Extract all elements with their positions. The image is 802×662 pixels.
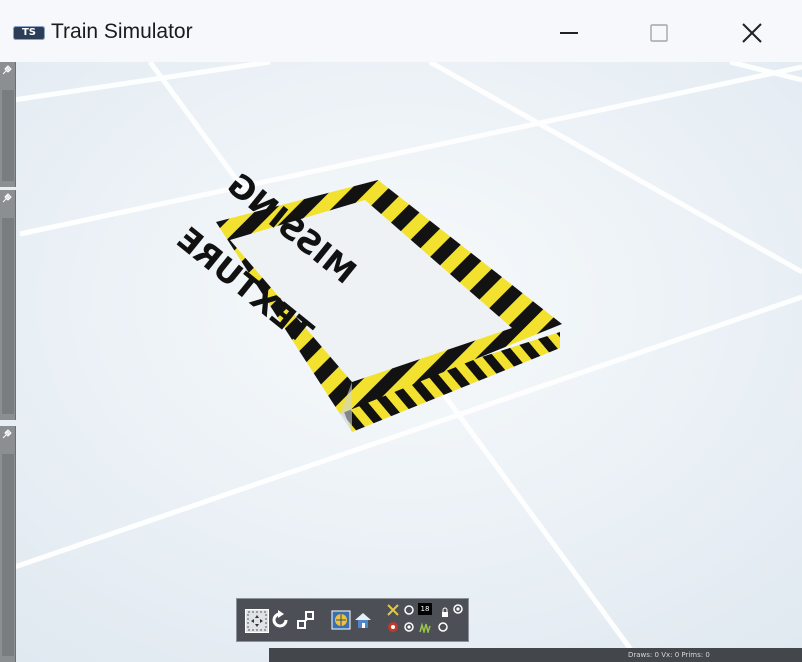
status-text: Draws: 0 Vx: 0 Prims: 0 (628, 651, 710, 659)
title-bar: TS Train Simulator (0, 0, 802, 63)
select-icon (247, 611, 267, 631)
radio-icon[interactable] (437, 621, 449, 633)
panel-body (2, 218, 14, 414)
scene-viewport[interactable]: MISSING TEXTURE (0, 62, 802, 662)
move-icon (297, 611, 314, 629)
globe-icon (331, 610, 351, 630)
pin-icon[interactable] (2, 65, 12, 75)
counter-display: 18 (418, 603, 432, 615)
panel-body (2, 454, 14, 656)
left-dock-panel-3[interactable] (0, 426, 16, 662)
pin-icon[interactable] (2, 429, 12, 439)
rotate-tool-button[interactable] (269, 609, 291, 631)
panel-body (2, 90, 14, 181)
tool-icon[interactable] (387, 604, 399, 616)
maximize-icon (650, 24, 668, 42)
move-tool-button[interactable] (295, 609, 317, 631)
maximize-button[interactable] (636, 10, 682, 56)
camera-icon[interactable] (387, 621, 399, 633)
rotate-icon (272, 610, 288, 628)
globe-button[interactable] (330, 609, 352, 631)
app-logo: TS (13, 26, 45, 40)
scene-render: MISSING TEXTURE (0, 62, 802, 662)
radio-icon[interactable] (452, 603, 464, 615)
home-button[interactable] (352, 609, 374, 631)
window-title: Train Simulator (51, 20, 193, 43)
minimize-icon (560, 32, 578, 34)
select-tool-button[interactable] (245, 609, 269, 633)
close-icon (742, 23, 762, 43)
radio-icon[interactable] (403, 604, 415, 616)
radio-icon[interactable] (403, 621, 415, 633)
grass-icon[interactable] (419, 621, 431, 633)
close-button[interactable] (729, 10, 775, 56)
lock-icon[interactable] (439, 606, 451, 618)
home-icon (355, 613, 371, 628)
status-bar: Draws: 0 Vx: 0 Prims: 0 (269, 648, 802, 662)
pin-icon[interactable] (2, 193, 12, 203)
left-dock-panel-1[interactable] (0, 62, 16, 187)
minimize-button[interactable] (546, 10, 592, 56)
left-dock-panel-2[interactable] (0, 190, 16, 420)
editor-toolbar: 18 (236, 598, 469, 642)
